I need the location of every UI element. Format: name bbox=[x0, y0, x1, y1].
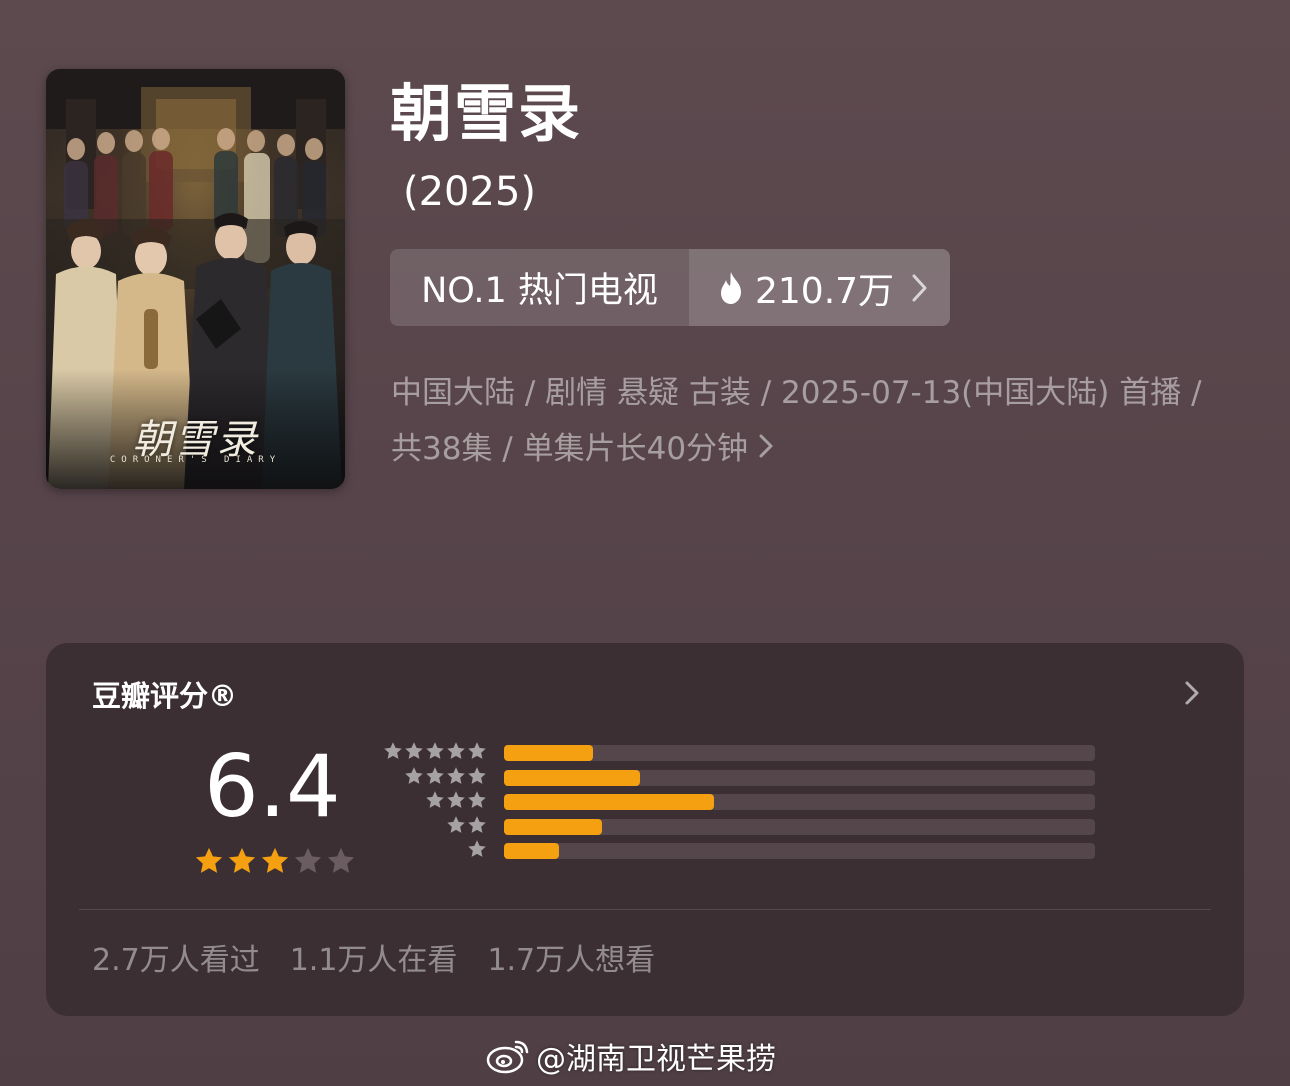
watched-count: 2.7万人看过 bbox=[92, 943, 260, 978]
rating-bar-track bbox=[504, 818, 1095, 835]
divider bbox=[79, 909, 1211, 910]
star-small-icon bbox=[446, 766, 466, 790]
rating-row-3-stars bbox=[384, 790, 1104, 814]
row-stars bbox=[425, 790, 487, 814]
chevron-right-icon bbox=[910, 273, 928, 303]
star-filled-icon bbox=[194, 846, 224, 880]
rating-bar-fill bbox=[504, 818, 602, 835]
rating-bar-fill bbox=[504, 745, 593, 761]
row-stars bbox=[467, 839, 487, 863]
flame-icon bbox=[717, 271, 745, 305]
star-small-icon bbox=[467, 790, 487, 814]
release-year: (2025) bbox=[403, 169, 537, 215]
heat-value-box: 210.7万 bbox=[689, 249, 950, 326]
page-title: 朝雪录 bbox=[390, 77, 583, 150]
poster-english-title: CORONER'S DIARY bbox=[109, 455, 282, 465]
weibo-icon bbox=[486, 1040, 529, 1074]
weibo-watermark: @湖南卫视芒果捞 bbox=[486, 1034, 776, 1078]
chevron-right-icon[interactable] bbox=[1184, 679, 1200, 711]
meta-line-2: 共38集 / 单集片长40分钟 bbox=[391, 421, 1251, 479]
star-empty-icon bbox=[293, 846, 323, 880]
meta-line-1: 中国大陆 / 剧情 悬疑 古装 / 2025-07-13(中国大陆) 首播 / bbox=[391, 375, 1202, 411]
rating-bar-fill bbox=[504, 843, 559, 859]
row-stars bbox=[383, 741, 487, 765]
star-small-icon bbox=[467, 839, 487, 863]
chevron-right-icon bbox=[758, 423, 774, 479]
rating-row-5-stars bbox=[384, 741, 1104, 765]
meta-line-2-text: 共38集 / 单集片长40分钟 bbox=[391, 431, 749, 467]
rating-bar-track bbox=[504, 769, 1095, 786]
douban-rating-card[interactable]: 豆瓣评分® 6.4 2.7万人看过 1.1万人在看 1.7万人想看 bbox=[46, 643, 1244, 1016]
rating-card-title: 豆瓣评分® bbox=[92, 679, 238, 713]
star-small-icon bbox=[404, 741, 424, 765]
rating-row-4-stars bbox=[384, 766, 1104, 790]
star-small-icon bbox=[425, 766, 445, 790]
rating-stars bbox=[194, 846, 356, 880]
star-filled-icon bbox=[227, 846, 257, 880]
star-small-icon bbox=[446, 815, 466, 839]
rating-bar-fill bbox=[504, 794, 714, 810]
show-meta-info[interactable]: 中国大陆 / 剧情 悬疑 古装 / 2025-07-13(中国大陆) 首播 / … bbox=[391, 365, 1251, 479]
row-stars bbox=[404, 766, 487, 790]
watermark-text: @湖南卫视芒果捞 bbox=[536, 1042, 776, 1077]
star-small-icon bbox=[467, 741, 487, 765]
star-small-icon bbox=[425, 741, 445, 765]
rating-bar-track bbox=[504, 794, 1095, 810]
star-small-icon bbox=[383, 741, 403, 765]
rating-row-1-stars bbox=[384, 839, 1104, 863]
rating-bar-track bbox=[504, 745, 1095, 761]
star-small-icon bbox=[404, 766, 424, 790]
rating-score: 6.4 bbox=[204, 737, 341, 837]
poster-image[interactable]: 朝雪录 CORONER'S DIARY bbox=[46, 69, 345, 489]
rating-bar-fill bbox=[504, 769, 640, 786]
rating-row-2-stars bbox=[384, 815, 1104, 839]
star-small-icon bbox=[446, 741, 466, 765]
rank-badge-button[interactable]: NO.1 热门电视 210.7万 bbox=[390, 249, 950, 326]
heat-value: 210.7万 bbox=[755, 270, 895, 312]
wish-count: 1.7万人想看 bbox=[487, 943, 656, 978]
star-small-icon bbox=[425, 790, 445, 814]
rating-bar-track bbox=[504, 843, 1095, 859]
watching-count: 1.1万人在看 bbox=[289, 943, 458, 978]
star-small-icon bbox=[467, 815, 487, 839]
star-empty-icon bbox=[326, 846, 356, 880]
audience-stats: 2.7万人看过 1.1万人在看 1.7万人想看 bbox=[92, 935, 655, 979]
star-small-icon bbox=[446, 790, 466, 814]
row-stars bbox=[446, 815, 487, 839]
rank-label: NO.1 热门电视 bbox=[390, 249, 689, 326]
star-filled-icon bbox=[260, 846, 290, 880]
star-small-icon bbox=[467, 766, 487, 790]
